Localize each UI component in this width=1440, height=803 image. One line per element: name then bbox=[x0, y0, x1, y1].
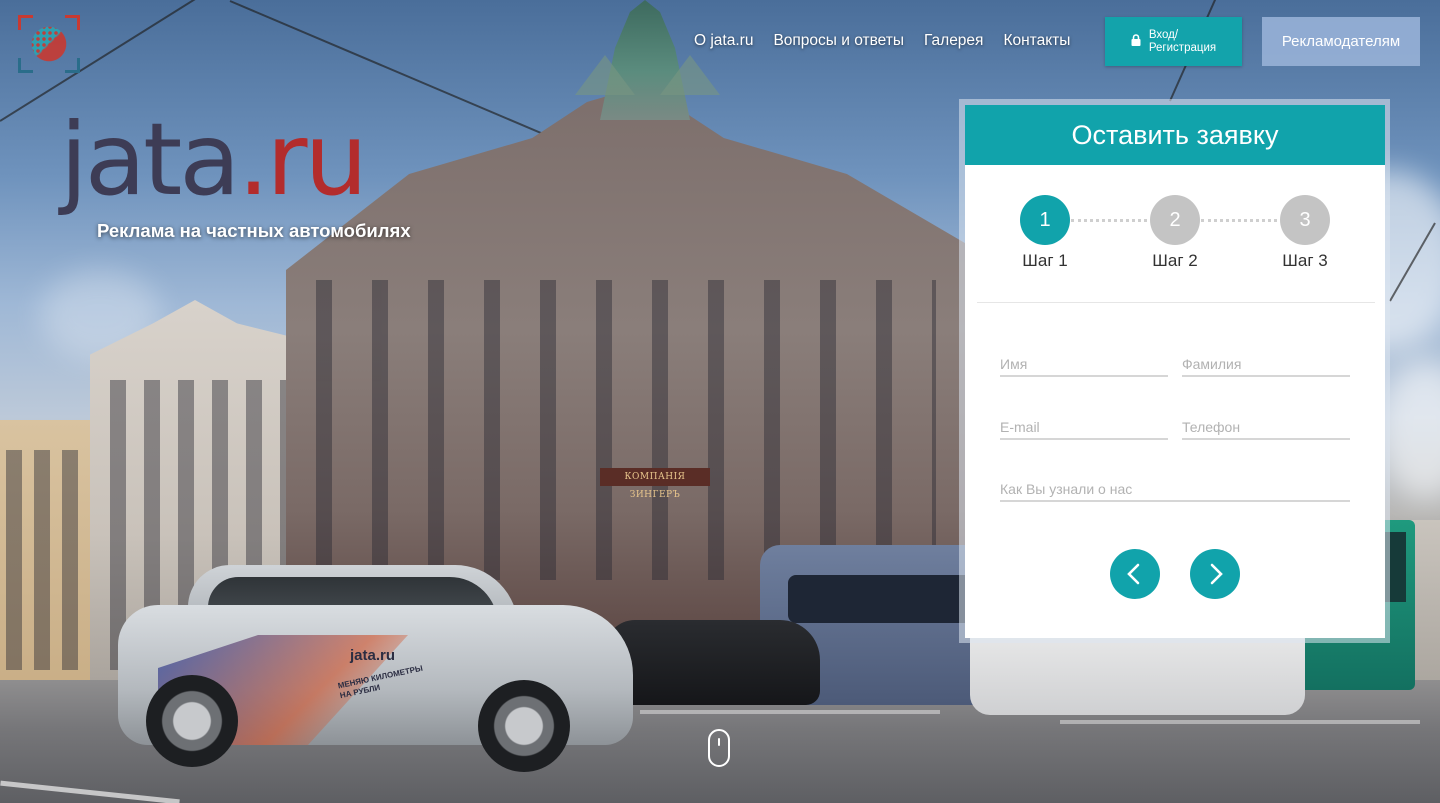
branded-car: jata.ru МЕНЯЮ КИЛОМЕТРЫ НА РУБЛИ bbox=[118, 565, 633, 772]
login-register-button[interactable]: Вход/ Регистрация bbox=[1105, 17, 1242, 66]
brand-block: jata.ru Реклама на частных автомобилях bbox=[60, 110, 411, 242]
next-step-button[interactable] bbox=[1190, 549, 1240, 599]
first-name-field[interactable] bbox=[1000, 353, 1168, 377]
car-wrap-logo: jata.ru МЕНЯЮ КИЛОМЕТРЫ НА РУБЛИ bbox=[337, 645, 458, 703]
step-2[interactable]: 2 Шаг 2 bbox=[1135, 195, 1215, 271]
prev-step-button[interactable] bbox=[1110, 549, 1160, 599]
step-2-circle: 2 bbox=[1150, 195, 1200, 245]
mouse-icon[interactable] bbox=[708, 729, 730, 767]
chevron-left-icon bbox=[1127, 563, 1140, 585]
phone-field[interactable] bbox=[1182, 416, 1350, 440]
step-2-label: Шаг 2 bbox=[1152, 251, 1198, 270]
application-form: Оставить заявку 1 Шаг 1 2 Шаг 2 3 Шаг 3 bbox=[965, 105, 1385, 638]
form-steps: 1 Шаг 1 2 Шаг 2 3 Шаг 3 bbox=[965, 195, 1385, 285]
nav-gallery[interactable]: Галерея bbox=[924, 32, 983, 52]
advertisers-button[interactable]: Рекламодателям bbox=[1262, 17, 1420, 66]
step-3[interactable]: 3 Шаг 3 bbox=[1265, 195, 1345, 271]
car-brand-text: jata.ru bbox=[350, 647, 396, 664]
step-1-label: Шаг 1 bbox=[1022, 251, 1068, 270]
brand-tld: .ru bbox=[237, 101, 368, 218]
step-3-circle: 3 bbox=[1280, 195, 1330, 245]
nav-contacts[interactable]: Контакты bbox=[1003, 32, 1070, 52]
main-nav: О jata.ru Вопросы и ответы Галерея Конта… bbox=[694, 32, 1070, 52]
brand-tagline: Реклама на частных автомобилях bbox=[97, 220, 411, 241]
site-logo-icon[interactable] bbox=[18, 15, 80, 73]
step-1-circle: 1 bbox=[1020, 195, 1070, 245]
form-divider bbox=[977, 302, 1375, 303]
building-sign: КОМПАНІЯ ЗИНГЕРЪ bbox=[600, 468, 710, 500]
brand-title: jata.ru bbox=[60, 110, 368, 210]
form-title: Оставить заявку bbox=[965, 105, 1385, 165]
brand-name: jata bbox=[60, 101, 241, 218]
dark-car bbox=[605, 620, 820, 705]
building-far-left bbox=[0, 420, 100, 690]
email-field[interactable] bbox=[1000, 416, 1168, 440]
lock-icon bbox=[1131, 34, 1141, 49]
last-name-field[interactable] bbox=[1182, 353, 1350, 377]
step-3-label: Шаг 3 bbox=[1282, 251, 1328, 270]
nav-faq[interactable]: Вопросы и ответы bbox=[773, 32, 904, 52]
car-slogan-text: МЕНЯЮ КИЛОМЕТРЫ НА РУБЛИ bbox=[337, 663, 424, 701]
nav-about[interactable]: О jata.ru bbox=[694, 32, 753, 52]
step-1[interactable]: 1 Шаг 1 bbox=[1005, 195, 1085, 271]
chevron-right-icon bbox=[1210, 563, 1223, 585]
source-field[interactable] bbox=[1000, 478, 1350, 502]
login-register-label: Вход/ Регистрация bbox=[1148, 28, 1217, 54]
